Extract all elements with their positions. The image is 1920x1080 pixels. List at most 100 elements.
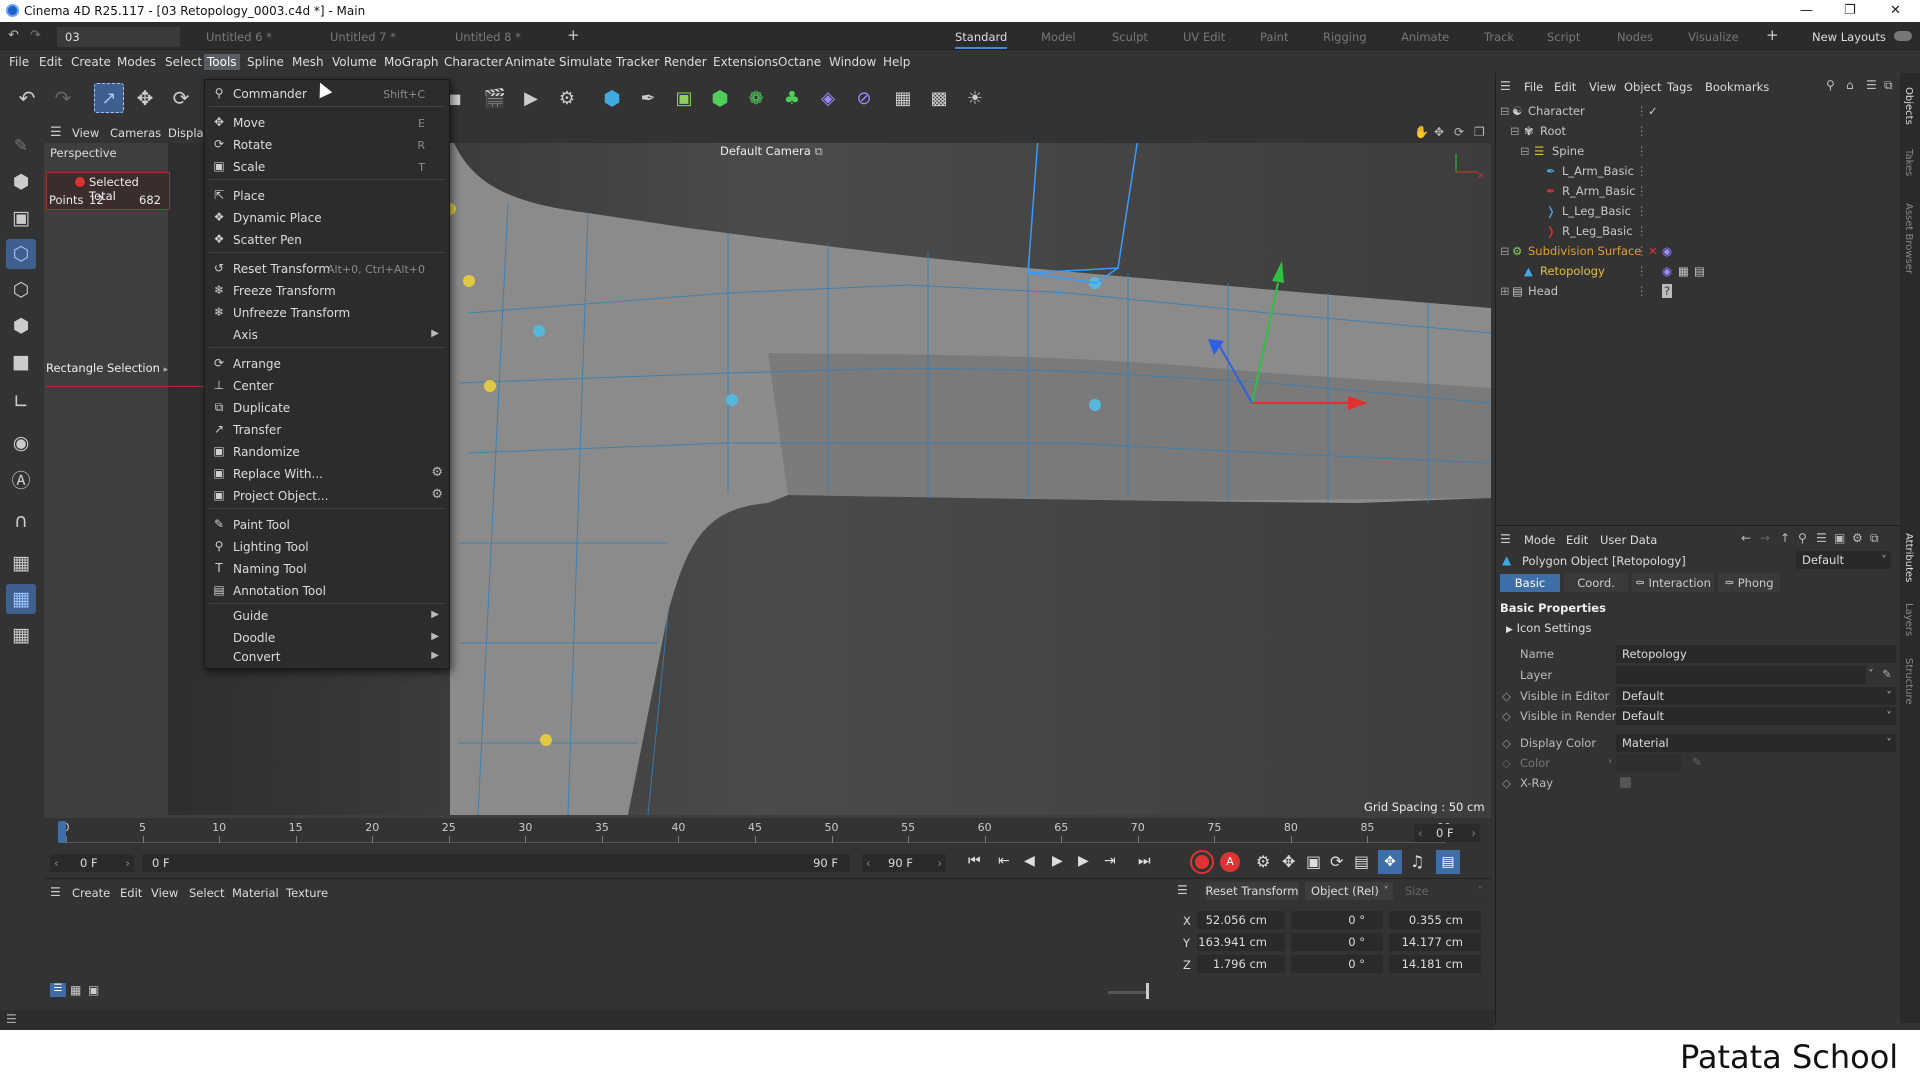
visibility-dots-icon[interactable]: ⋮	[1636, 244, 1648, 258]
menu-modes[interactable]: Modes	[114, 54, 159, 70]
objects-menu-bookmarks[interactable]: Bookmarks	[1705, 80, 1769, 94]
axis-mode-icon[interactable]: ∟	[6, 387, 36, 417]
filter-icon[interactable]: ☰	[1866, 78, 1877, 92]
visible-in-renderer-dropdown[interactable]: Default ˅	[1616, 707, 1896, 725]
keyframe-diamond-icon[interactable]: ◇	[1502, 689, 1511, 703]
layer-field[interactable]	[1616, 666, 1866, 684]
menu-item-rotate[interactable]: ⟳ Rotate R	[205, 135, 449, 155]
coords-menu-icon[interactable]: ☰	[1177, 883, 1188, 897]
menu-item-annotation-tool[interactable]: ▤ Annotation Tool	[205, 581, 449, 601]
attributes-menu-edit[interactable]: Edit	[1566, 533, 1588, 547]
record-icon[interactable]	[1192, 852, 1212, 872]
thumbnail-size-handle[interactable]	[1146, 983, 1149, 999]
doc-tab[interactable]: Untitled 6 *	[206, 27, 272, 47]
floor-grid-icon[interactable]: ▦	[888, 83, 918, 113]
menu-create[interactable]: Create	[68, 54, 114, 70]
new-layouts-button[interactable]: New Layouts	[1812, 27, 1886, 47]
magnet-icon[interactable]: ∩	[6, 506, 36, 536]
position-y-field[interactable]: 163.941 cm	[1197, 933, 1285, 951]
menu-item-axis[interactable]: Axis ▶	[205, 325, 449, 345]
object-row-l-arm[interactable]: ✒ L_Arm_Basic ⋮	[1496, 161, 1901, 181]
display-color-dropdown[interactable]: Material ˅	[1616, 734, 1896, 752]
objects-menu-edit[interactable]: Edit	[1554, 80, 1576, 94]
field-icon[interactable]: ⊘	[849, 83, 879, 113]
undo-icon[interactable]: ↶	[8, 28, 19, 43]
expand-icon[interactable]: ⊟	[1520, 144, 1530, 158]
default-camera-label[interactable]: Default Camera ⧉	[720, 144, 823, 159]
menu-item-guide[interactable]: Guide ▶	[205, 606, 449, 626]
object-row-retopology[interactable]: ▲ Retopology ⋮ ◉ ▦ ▤	[1496, 261, 1901, 281]
auto-select-icon[interactable]: Ⓐ	[6, 464, 36, 494]
edges-mode-icon[interactable]: ⬡	[6, 275, 36, 305]
selection-tag-icon[interactable]: ▤	[1694, 264, 1705, 278]
menu-item-lighting-tool[interactable]: ⚲ Lighting Tool	[205, 537, 449, 557]
cube-icon[interactable]: ⬢	[597, 83, 627, 113]
menu-simulate[interactable]: Simulate	[556, 54, 615, 70]
menu-item-center[interactable]: ⊥ Center	[205, 376, 449, 396]
position-z-field[interactable]: 1.796 cm	[1197, 955, 1285, 973]
side-tab-objects[interactable]: Objects	[1903, 87, 1914, 125]
visibility-dots-icon[interactable]: ⋮	[1636, 204, 1648, 218]
menu-item-freeze-transform[interactable]: ❄ Freeze Transform	[205, 281, 449, 301]
position-x-field[interactable]: 52.056 cm	[1197, 911, 1285, 929]
frame-decrement-icon[interactable]: ‹	[1418, 826, 1423, 840]
menu-item-replace-with[interactable]: ▣ Replace With... ⚙	[205, 464, 449, 484]
selection-tool-icon[interactable]: ↗	[94, 83, 124, 113]
add-tab-icon[interactable]: +	[567, 26, 580, 44]
polygons-mode-icon[interactable]: ⬢	[6, 311, 36, 341]
materials-menu-view[interactable]: View	[151, 886, 178, 900]
layout-script[interactable]: Script	[1547, 27, 1580, 47]
gear-icon[interactable]: ⚙	[431, 487, 443, 502]
objects-menu-view[interactable]: View	[1589, 80, 1616, 94]
menu-edit[interactable]: Edit	[36, 54, 65, 70]
visibility-dots-icon[interactable]: ⋮	[1636, 164, 1648, 178]
key-pla-icon[interactable]: ✥	[1378, 850, 1402, 874]
keyframe-settings-icon[interactable]: ⚙	[1256, 852, 1270, 871]
materials-menu-icon[interactable]: ☰	[50, 885, 61, 899]
menu-item-doodle[interactable]: Doodle ▶	[205, 628, 449, 648]
menu-item-reset-transform[interactable]: ↺ Reset Transform Alt+0, Ctrl+Alt+0	[205, 259, 449, 279]
filter-icon[interactable]: ☰	[1816, 531, 1827, 545]
menu-spline[interactable]: Spline	[244, 54, 287, 70]
object-row-spine[interactable]: ⊟ ☰ Spine ⋮	[1496, 141, 1901, 161]
viewport-pan-icon[interactable]: ✋	[1414, 125, 1429, 139]
menu-tools[interactable]: Tools	[204, 54, 240, 70]
layout-track[interactable]: Track	[1484, 27, 1514, 47]
menu-tracker[interactable]: Tracker	[613, 54, 662, 70]
attributes-menu-icon[interactable]: ☰	[1500, 532, 1511, 546]
visibility-dots-icon[interactable]: ⋮	[1636, 284, 1648, 298]
menu-item-project-object[interactable]: ▣ Project Object... ⚙	[205, 486, 449, 506]
grid-view-icon[interactable]: ▦	[70, 983, 81, 997]
playhead-marker[interactable]	[58, 821, 66, 843]
viewport-menu-view[interactable]: View	[72, 126, 99, 140]
menu-item-randomize[interactable]: ▣ Randomize	[205, 442, 449, 462]
thumbnail-size-slider[interactable]	[1108, 991, 1148, 994]
chevron-down-icon[interactable]: ˅	[1868, 667, 1874, 681]
visibility-dots-icon[interactable]: ⋮	[1636, 264, 1648, 278]
menu-select[interactable]: Select	[162, 54, 205, 70]
key-position-icon[interactable]: ✥	[1282, 852, 1295, 871]
menu-file[interactable]: File	[6, 54, 32, 70]
extrude-icon[interactable]: ⬢	[705, 83, 735, 113]
materials-menu-select[interactable]: Select	[189, 886, 224, 900]
layout-animate[interactable]: Animate	[1401, 27, 1449, 47]
visibility-dots-icon[interactable]: ⋮	[1636, 144, 1648, 158]
move-tool-icon[interactable]: ✥	[130, 83, 160, 113]
light-icon[interactable]: ☀	[960, 83, 990, 113]
search-icon[interactable]: ⚲	[1826, 78, 1835, 92]
attributes-menu-user-data[interactable]: User Data	[1600, 533, 1657, 547]
attributes-menu-mode[interactable]: Mode	[1524, 533, 1555, 547]
menu-item-place[interactable]: ⇱ Place	[205, 186, 449, 206]
preset-dropdown[interactable]: Default ˅	[1796, 551, 1891, 569]
expand-icon[interactable]: ⊟	[1500, 104, 1510, 118]
keyframe-diamond-icon[interactable]: ◇	[1502, 709, 1511, 723]
current-frame-field[interactable]: ‹ 0 F ›	[1414, 824, 1480, 842]
rect-selection-label[interactable]: Rectangle Selection ▸	[46, 361, 168, 375]
menu-item-unfreeze-transform[interactable]: ❄ Unfreeze Transform	[205, 303, 449, 323]
unknown-tag-icon[interactable]: ?	[1662, 284, 1673, 298]
objects-menu-object[interactable]: Object	[1624, 80, 1661, 94]
start-frame-field[interactable]: ‹ 0 F ›	[50, 854, 134, 872]
brush-icon[interactable]: ✎	[6, 131, 36, 161]
layout-model[interactable]: Model	[1041, 27, 1076, 47]
back-arrow-icon[interactable]: ←	[1741, 531, 1751, 545]
